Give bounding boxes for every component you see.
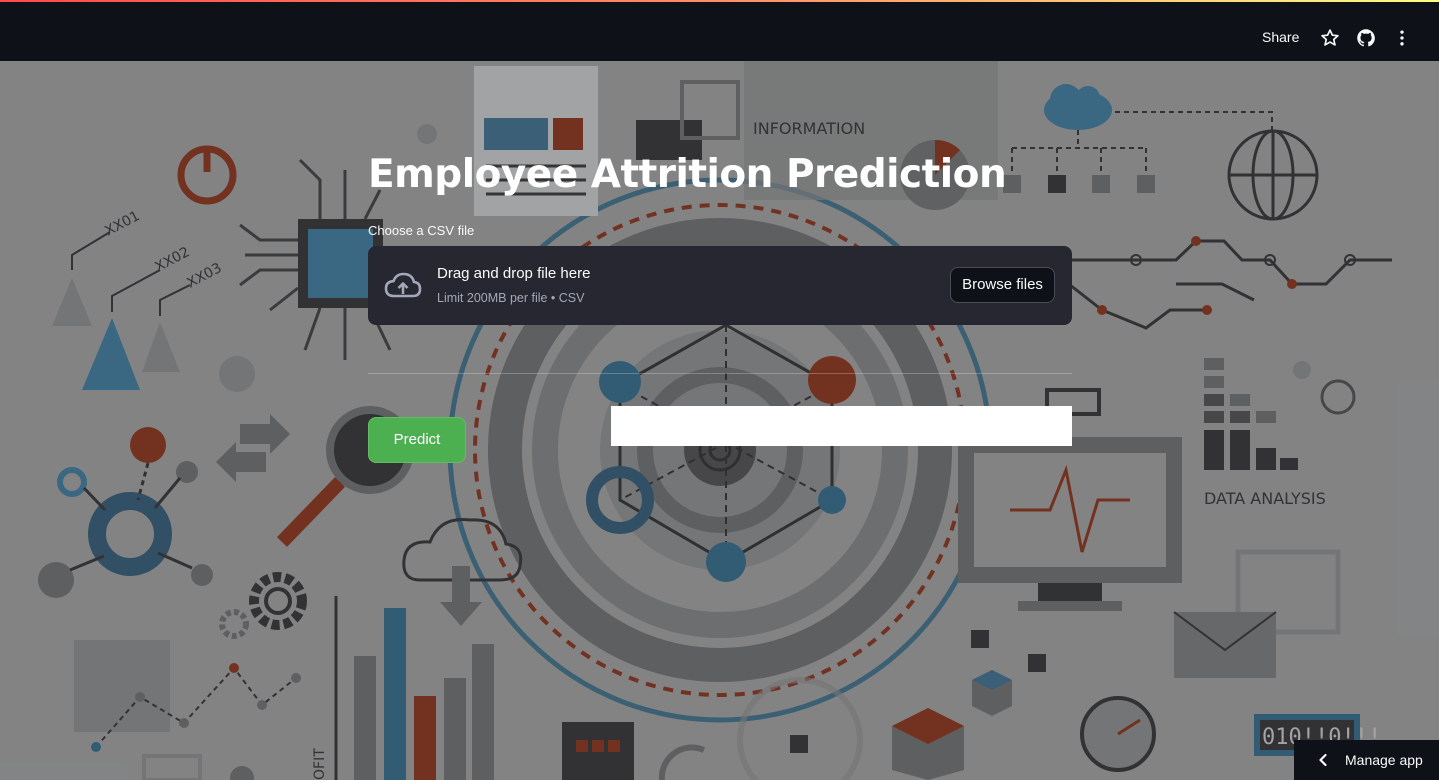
- prediction-result-box: [611, 406, 1072, 446]
- github-icon[interactable]: [1356, 28, 1376, 48]
- share-button[interactable]: Share: [1262, 26, 1299, 48]
- manage-app-button[interactable]: Manage app: [1294, 740, 1439, 780]
- top-header-bar: Share: [0, 2, 1439, 61]
- predict-button[interactable]: Predict: [368, 417, 466, 463]
- dropzone-instructions: Drag and drop file here: [437, 265, 591, 282]
- manage-app-label: Manage app: [1345, 752, 1423, 768]
- browse-files-button[interactable]: Browse files: [950, 267, 1055, 303]
- file-uploader-label: Choose a CSV file: [368, 223, 475, 238]
- file-dropzone[interactable]: Drag and drop file here Limit 200MB per …: [368, 246, 1072, 325]
- more-vertical-icon[interactable]: [1392, 28, 1412, 48]
- dropzone-limit-text: Limit 200MB per file • CSV: [437, 291, 585, 305]
- star-icon[interactable]: [1320, 28, 1340, 48]
- chevron-left-icon: [1316, 753, 1330, 767]
- page-title: Employee Attrition Prediction: [368, 152, 1007, 197]
- cloud-upload-icon: [384, 270, 422, 302]
- section-divider: [368, 373, 1072, 374]
